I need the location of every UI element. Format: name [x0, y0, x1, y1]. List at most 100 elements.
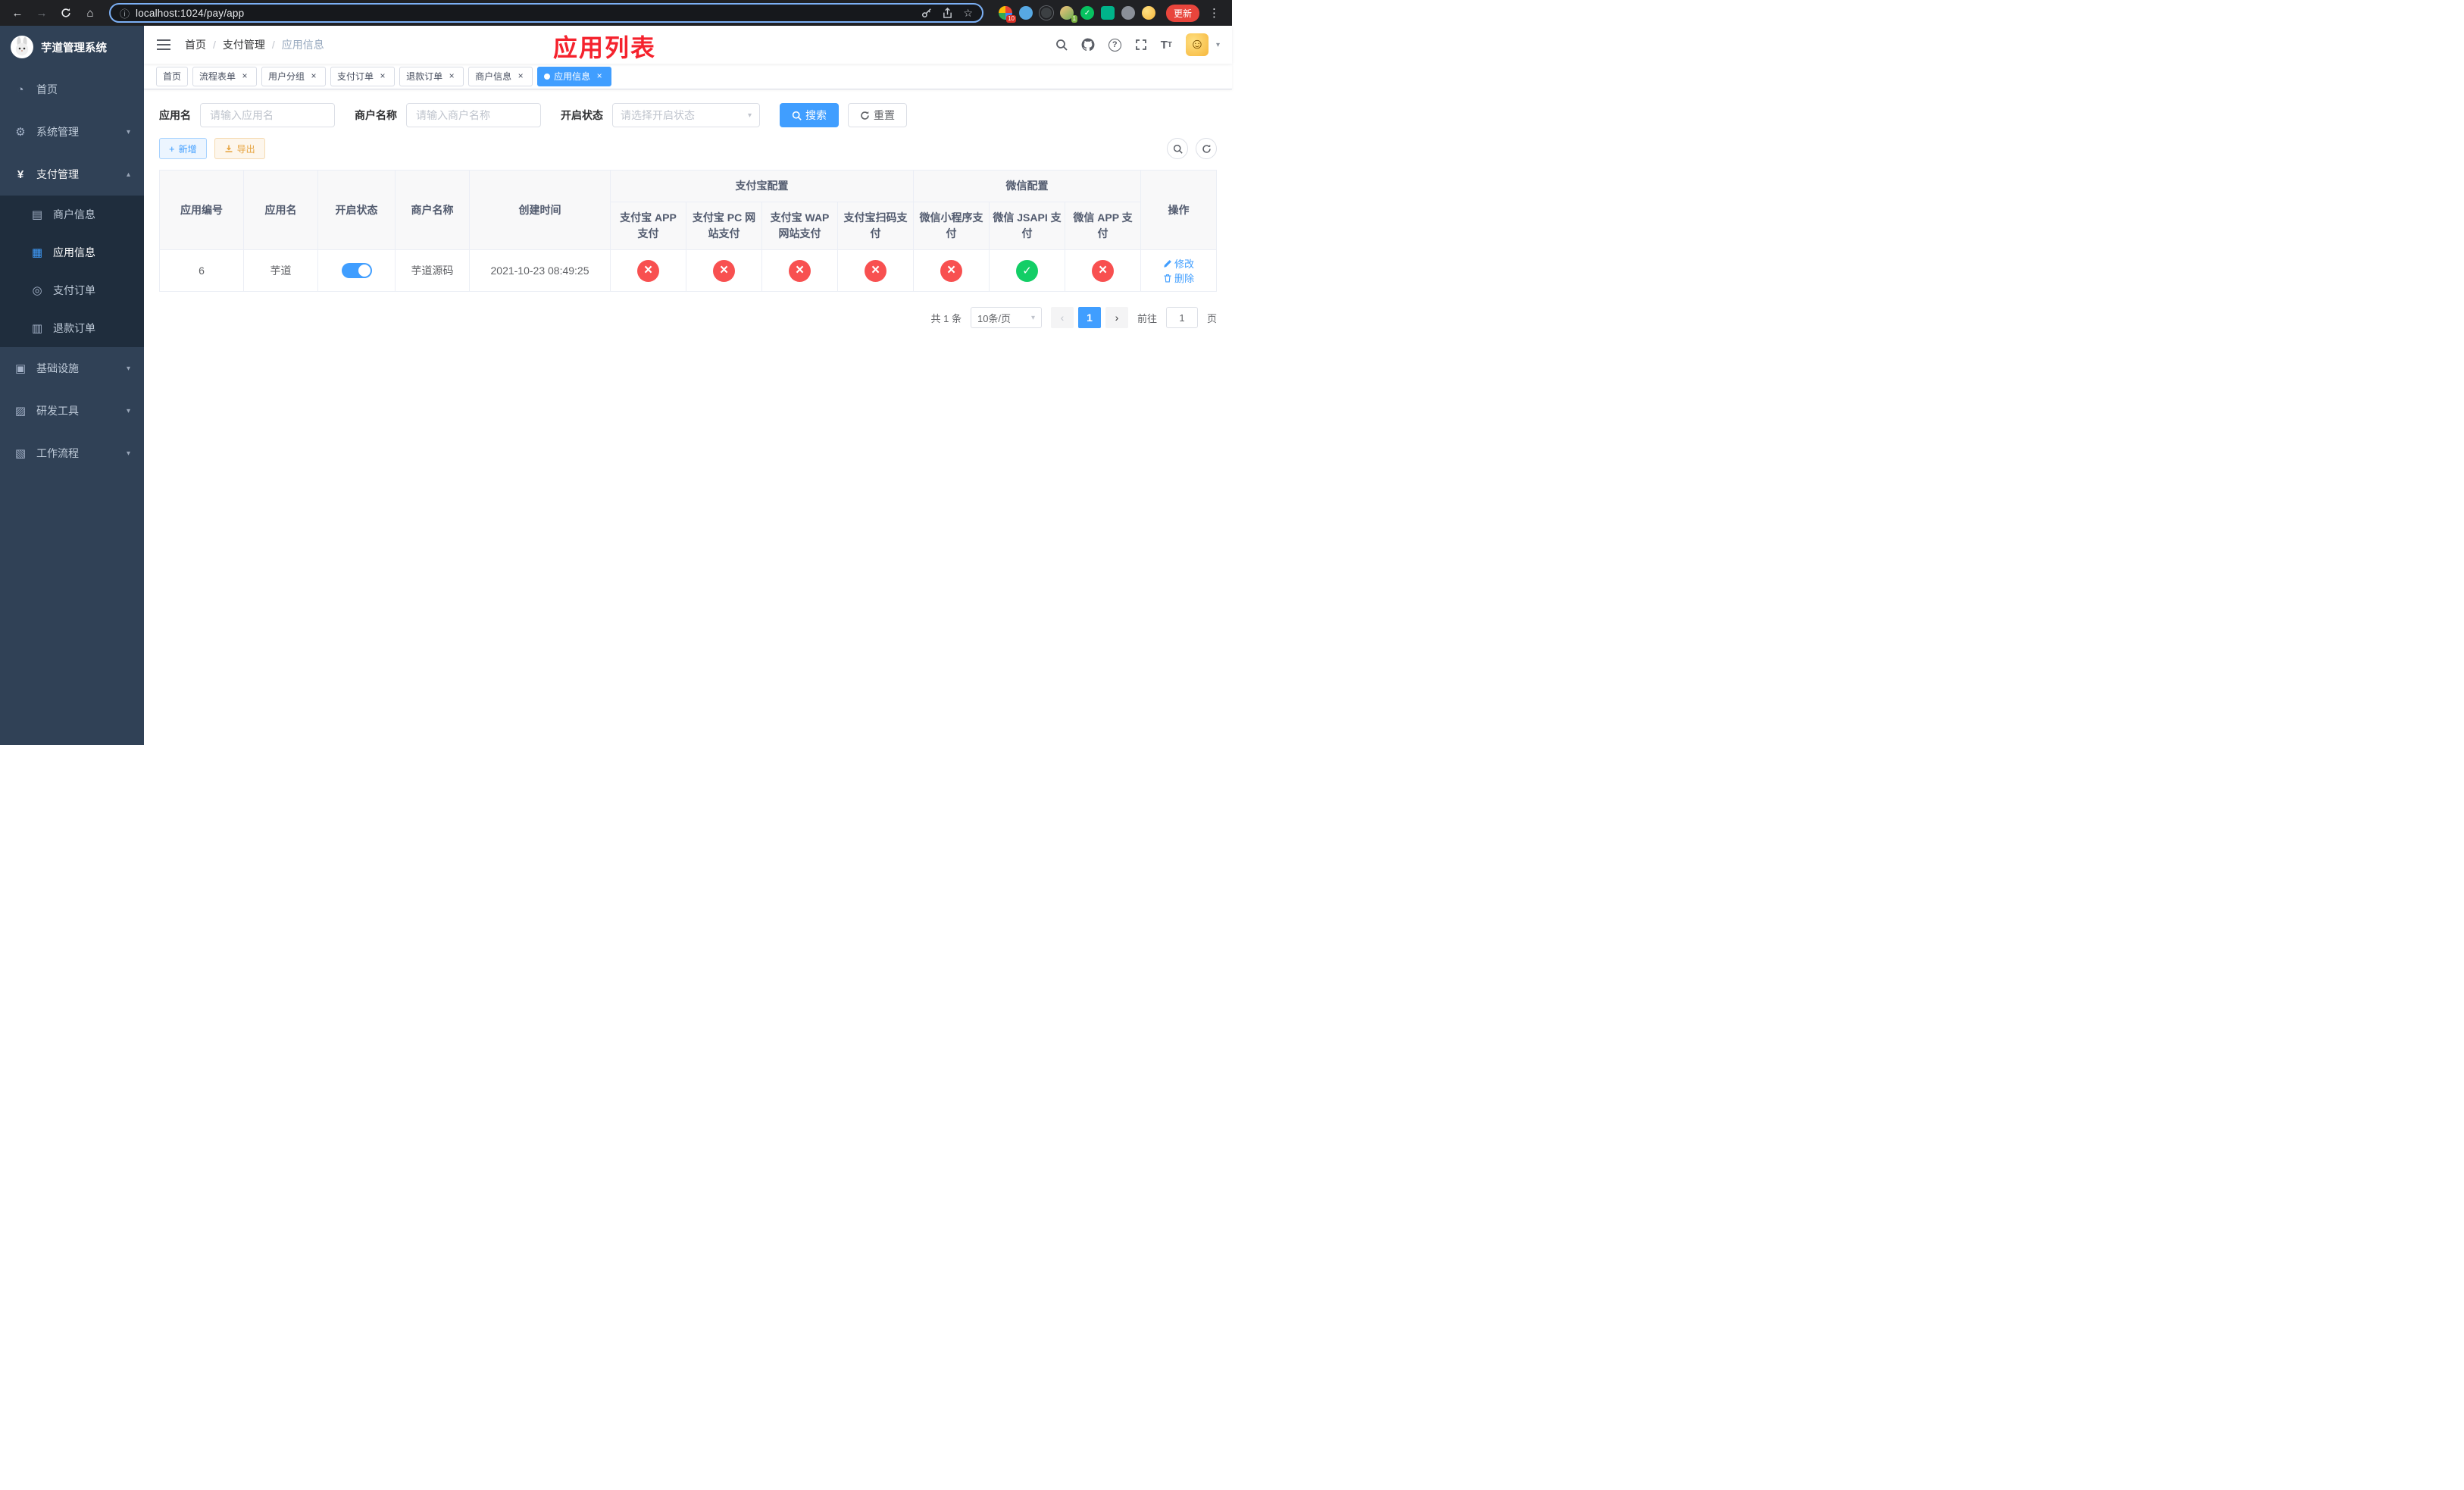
alipay-qr-status-icon	[865, 259, 886, 282]
breadcrumb-current: 应用信息	[281, 39, 324, 51]
share-icon[interactable]	[943, 7, 952, 19]
edit-link[interactable]: 修改	[1163, 256, 1194, 271]
bookmark-star-icon[interactable]: ☆	[963, 7, 973, 20]
user-avatar[interactable]: ☺	[1185, 33, 1209, 56]
forward-button[interactable]: →	[32, 3, 52, 23]
chevron-down-icon: ▾	[126, 127, 130, 136]
cell-app-id: 6	[159, 249, 244, 292]
avatar-caret-icon[interactable]: ▾	[1216, 41, 1220, 49]
add-button[interactable]: + 新增	[159, 138, 207, 159]
tab-label: 商户信息	[475, 71, 512, 82]
toggle-search-button[interactable]	[1167, 138, 1188, 159]
tab-label: 支付订单	[337, 71, 374, 82]
grid-icon: ▦	[31, 246, 43, 259]
extension-icon-puzzle[interactable]	[1121, 6, 1135, 20]
browser-update-button[interactable]: 更新	[1165, 4, 1199, 22]
col-wx-app: 微信 APP 支付	[1064, 202, 1142, 250]
status-toggle[interactable]	[341, 263, 372, 278]
export-button[interactable]: 导出	[214, 138, 265, 159]
app-name-input[interactable]	[200, 103, 335, 127]
order-icon: ◎	[32, 284, 42, 297]
next-page-button[interactable]: ›	[1105, 307, 1128, 328]
github-icon[interactable]	[1081, 38, 1095, 52]
cell-app-name: 芋道	[243, 249, 318, 292]
sidebar-item-dev-tools[interactable]: ▨ 研发工具 ▾	[0, 390, 144, 432]
extension-icon-note[interactable]	[1100, 6, 1115, 20]
tab-process-form[interactable]: 流程表单 ×	[192, 66, 258, 86]
font-size-icon[interactable]: TT	[1161, 39, 1172, 52]
extension-icon-dark[interactable]	[1039, 6, 1053, 20]
sidebar-item-system[interactable]: ⚙ 系统管理 ▾	[0, 111, 144, 153]
reload-button[interactable]	[56, 3, 76, 23]
extension-icon-emoji[interactable]	[1141, 6, 1155, 20]
breadcrumb-payment[interactable]: 支付管理	[223, 37, 265, 52]
extension-icon-colorful[interactable]: 10	[998, 6, 1016, 23]
sidebar-item-infrastructure[interactable]: ▣ 基础设施 ▾	[0, 347, 144, 390]
search-icon[interactable]	[1055, 39, 1068, 51]
tab-close-icon[interactable]: ×	[515, 70, 526, 82]
tab-app-info[interactable]: 应用信息 ×	[537, 66, 612, 86]
tab-refund-orders[interactable]: 退款订单 ×	[399, 66, 464, 86]
tab-merchant-info[interactable]: 商户信息 ×	[468, 66, 533, 86]
sidebar-item-app-info[interactable]: ▦ 应用信息	[0, 233, 144, 271]
trash-icon	[1164, 274, 1171, 282]
sidebar-item-merchant-info[interactable]: ▤ 商户信息	[0, 196, 144, 233]
export-button-label: 导出	[236, 143, 255, 155]
dashboard-icon: ◔	[17, 83, 24, 96]
site-info-icon[interactable]: ⓘ	[120, 6, 130, 20]
sidebar-item-home[interactable]: ◔ 首页	[0, 68, 144, 111]
back-button[interactable]: ←	[8, 3, 27, 23]
page-annotation: 应用列表	[553, 34, 657, 61]
merchant-name-input[interactable]	[406, 103, 541, 127]
delete-link-label: 删除	[1174, 273, 1195, 284]
tab-label: 应用信息	[554, 71, 591, 82]
extension-icon-blue[interactable]	[1018, 6, 1033, 20]
sidebar-item-payment[interactable]: ¥ 支付管理 ▴	[0, 153, 144, 196]
password-key-icon[interactable]	[921, 8, 932, 18]
address-bar[interactable]: ⓘ localhost:1024/pay/app ☆	[109, 3, 983, 23]
status-select[interactable]: 请选择开启状态 ▾	[612, 103, 760, 127]
app-name-label: 应用名	[159, 109, 191, 121]
sidebar-toggle[interactable]	[156, 36, 173, 53]
document-icon: ▥	[31, 322, 43, 335]
tab-close-icon[interactable]: ×	[377, 70, 388, 82]
extension-icon-avatar[interactable]: 1	[1059, 6, 1077, 23]
tab-close-icon[interactable]: ×	[594, 70, 605, 82]
tab-label: 首页	[163, 71, 182, 82]
fullscreen-icon[interactable]	[1135, 39, 1147, 51]
tab-home[interactable]: 首页	[156, 66, 189, 86]
breadcrumb-separator: /	[271, 39, 275, 51]
breadcrumb-home[interactable]: 首页	[185, 37, 206, 52]
rabbit-logo-icon	[11, 36, 33, 58]
sidebar-item-pay-orders[interactable]: ◎ 支付订单	[0, 271, 144, 309]
refresh-table-button[interactable]	[1196, 138, 1217, 159]
goto-page-input[interactable]	[1165, 307, 1198, 328]
delete-link[interactable]: 删除	[1163, 271, 1194, 285]
tab-pay-orders[interactable]: 支付订单 ×	[330, 66, 396, 86]
col-actions: 操作	[1140, 170, 1218, 250]
tab-close-icon[interactable]: ×	[308, 70, 319, 82]
reset-button[interactable]: 重置	[848, 103, 907, 127]
monitor-icon: ▣	[14, 362, 27, 375]
app-logo[interactable]: 芋道管理系统	[0, 26, 144, 68]
prev-page-button[interactable]: ‹	[1050, 307, 1074, 328]
sidebar-item-workflow[interactable]: ▧ 工作流程 ▾	[0, 432, 144, 474]
sidebar-item-refund-orders[interactable]: ▥ 退款订单	[0, 309, 144, 347]
search-button[interactable]: 搜索	[780, 103, 839, 127]
tab-close-icon[interactable]: ×	[446, 70, 457, 82]
breadcrumb: 首页 / 支付管理 / 应用信息	[185, 37, 324, 52]
page-size-select[interactable]: 10条/页 ▾	[970, 307, 1042, 328]
help-icon[interactable]: ?	[1108, 38, 1121, 52]
card-icon: ▤	[31, 208, 43, 221]
tab-user-group[interactable]: 用户分组 ×	[261, 66, 327, 86]
page-number-1[interactable]: 1	[1077, 307, 1101, 328]
col-alipay-wap: 支付宝 WAP 网站支付	[761, 202, 838, 250]
wechat-devtools-icon[interactable]: ✓	[1080, 6, 1094, 20]
tab-close-icon[interactable]: ×	[239, 70, 250, 82]
download-icon	[225, 145, 233, 152]
home-button[interactable]: ⌂	[80, 3, 100, 23]
col-app-name: 应用名	[243, 170, 318, 250]
extension-badge: 10	[1006, 15, 1016, 23]
tab-label: 用户分组	[268, 71, 305, 82]
browser-menu-icon[interactable]: ⋮	[1204, 6, 1224, 20]
